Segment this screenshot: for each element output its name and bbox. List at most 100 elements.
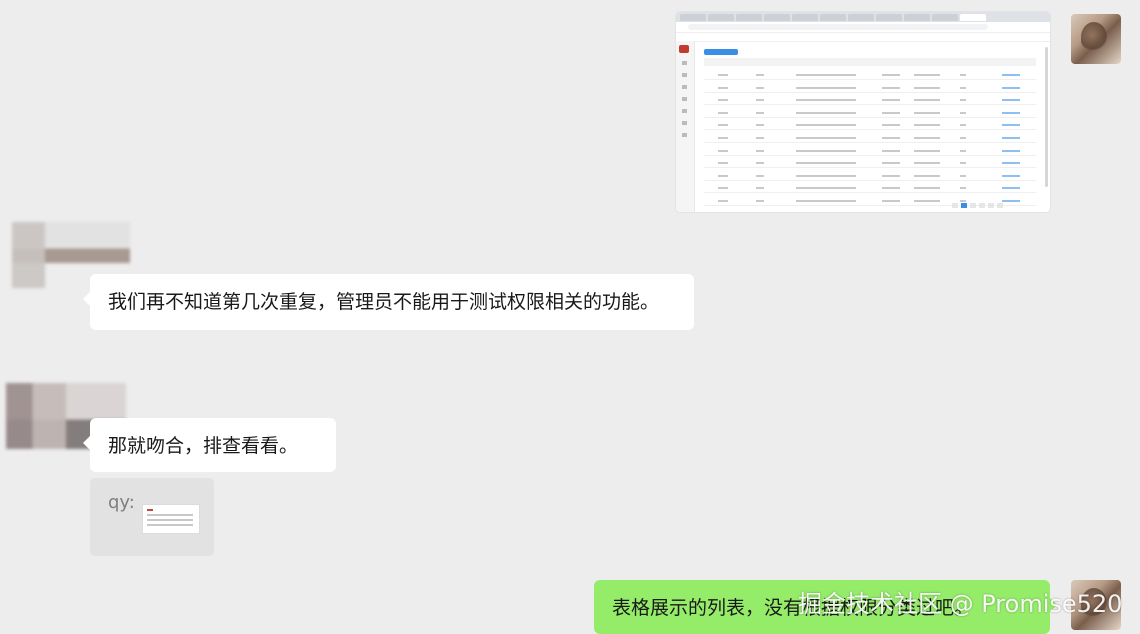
table-cell — [882, 174, 900, 177]
table-cell — [914, 200, 940, 202]
table-cell — [756, 111, 764, 114]
table-cell — [882, 200, 900, 202]
table-cell — [1002, 74, 1020, 76]
table-cell — [1002, 111, 1020, 114]
table-cell — [914, 137, 940, 139]
table-cell — [882, 86, 900, 89]
table-pagination — [952, 203, 1032, 208]
table-cell — [756, 99, 764, 102]
message-bubble[interactable]: 那就吻合，排查看看。 — [83, 418, 336, 472]
table-row — [704, 116, 1036, 118]
table-row — [704, 167, 1036, 169]
table-row — [704, 79, 1036, 80]
table-cell — [914, 124, 940, 127]
chat-window: 我们再不知道第几次重复，管理员不能用于测试权限相关的功能。 那就吻合，排查看看。… — [0, 0, 1140, 634]
table-cell — [960, 200, 966, 202]
table-cell — [1002, 200, 1020, 202]
table-cell — [1002, 149, 1020, 152]
table-cell — [718, 162, 728, 165]
table-cell — [1002, 99, 1020, 102]
table-cell — [960, 99, 966, 102]
table-cell — [718, 111, 728, 114]
scrollbar — [1045, 47, 1048, 187]
table-cell — [1002, 174, 1020, 177]
table-cell — [756, 74, 764, 76]
table-cell — [960, 137, 966, 139]
table-row — [704, 129, 1036, 131]
table-row — [704, 91, 1036, 93]
message-text: 那就吻合，排查看看。 — [108, 435, 299, 457]
table-cell — [914, 74, 940, 76]
browser-bookmarks-bar — [676, 33, 1050, 42]
table-cell — [756, 124, 764, 127]
table-cell — [756, 162, 764, 165]
table-row — [704, 179, 1036, 181]
table-cell — [756, 86, 764, 89]
table-cell — [882, 137, 900, 139]
table-cell — [882, 111, 900, 114]
table-cell — [882, 149, 900, 152]
message-text: 我们再不知道第几次重复，管理员不能用于测试权限相关的功能。 — [108, 291, 660, 313]
table-cell — [796, 187, 856, 190]
table-cell — [756, 174, 764, 177]
browser-address-bar — [676, 22, 1050, 33]
table-cell — [960, 111, 966, 114]
table-cell — [796, 124, 856, 127]
table-row — [704, 154, 1036, 156]
table-cell — [1002, 86, 1020, 89]
table-row — [704, 104, 1036, 106]
app-sidebar — [676, 41, 695, 212]
table-cell — [914, 99, 940, 102]
filter-button — [704, 49, 738, 55]
table-cell — [718, 200, 728, 202]
table-cell — [960, 162, 966, 165]
quote-prefix: qy: — [108, 492, 135, 513]
table-cell — [960, 124, 966, 127]
table-cell — [1002, 137, 1020, 139]
table-cell — [914, 86, 940, 89]
table-cell — [796, 162, 856, 165]
table-cell — [756, 200, 764, 202]
table-cell — [796, 74, 856, 76]
watermark: 掘金技术社区 @ Promise520 — [798, 590, 1123, 618]
table-cell — [960, 86, 966, 89]
table-cell — [914, 187, 940, 190]
table-cell — [882, 74, 900, 76]
table-cell — [796, 99, 856, 102]
message-bubble[interactable]: 我们再不知道第几次重复，管理员不能用于测试权限相关的功能。 — [83, 274, 694, 330]
table-row — [704, 192, 1036, 194]
table-cell — [718, 124, 728, 127]
table-cell — [960, 174, 966, 177]
table-cell — [796, 86, 856, 89]
table-cell — [882, 162, 900, 165]
screenshot-image-message[interactable] — [676, 12, 1050, 212]
table-cell — [960, 74, 966, 76]
quoted-message[interactable]: qy: — [90, 478, 214, 556]
table-cell — [914, 149, 940, 152]
table-cell — [796, 174, 856, 177]
table-cell — [1002, 124, 1020, 127]
table-cell — [718, 187, 728, 190]
quote-image-thumbnail — [142, 504, 200, 534]
table-cell — [718, 86, 728, 89]
table-cell — [796, 200, 856, 202]
table-cell — [1002, 162, 1020, 165]
table-cell — [882, 124, 900, 127]
self-avatar[interactable] — [1071, 14, 1121, 64]
table-cell — [718, 74, 728, 76]
table-header — [704, 58, 1036, 66]
table-cell — [1002, 187, 1020, 190]
table-cell — [914, 111, 940, 114]
table-cell — [960, 187, 966, 190]
app-logo-icon — [679, 45, 689, 53]
table-cell — [718, 99, 728, 102]
table-row — [704, 142, 1036, 143]
table-cell — [756, 187, 764, 190]
table-cell — [756, 137, 764, 139]
table-cell — [756, 149, 764, 152]
table-cell — [796, 137, 856, 139]
table-cell — [960, 149, 966, 152]
table-cell — [718, 174, 728, 177]
table-cell — [718, 137, 728, 139]
table-cell — [914, 162, 940, 165]
